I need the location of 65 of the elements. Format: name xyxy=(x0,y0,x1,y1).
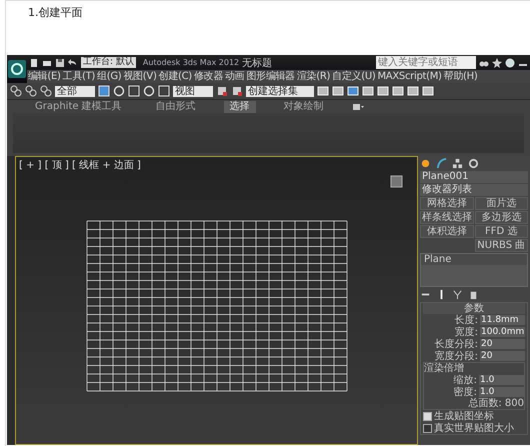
modifier-button[interactable]: 样条线选择 xyxy=(420,211,474,224)
modifier-button[interactable]: NURBS 曲 xyxy=(474,239,528,252)
checkbox-label: 真实世界贴图大小 xyxy=(434,422,514,435)
checkbox[interactable] xyxy=(423,424,432,432)
workspace-dropdown[interactable]: 工作台: 默认 xyxy=(81,57,136,68)
value-field[interactable]: 20 xyxy=(480,339,525,349)
menu-item[interactable]: 动画 xyxy=(224,70,246,83)
search-field[interactable]: 键入关键字或短语 xyxy=(376,56,476,69)
value-field[interactable]: 11.8mm xyxy=(480,315,525,325)
viewport-label[interactable]: [ + ] [ 顶 ] [ 线框 + 边面 ] xyxy=(19,158,141,172)
link-icon[interactable] xyxy=(10,85,22,97)
hierarchy-icon[interactable] xyxy=(452,158,463,169)
undo-icon[interactable] xyxy=(68,58,78,68)
value-field[interactable]: 1.0 xyxy=(479,387,524,397)
sun-icon[interactable] xyxy=(420,158,431,169)
menu-item[interactable]: 修改器 xyxy=(192,70,224,83)
ribbon-tab[interactable]: 选择 xyxy=(224,100,256,112)
new-file-icon[interactable] xyxy=(29,58,39,68)
menu-item[interactable]: MAXScript(M) xyxy=(376,70,443,83)
modifier-button[interactable]: 网格选择 xyxy=(420,197,474,210)
value-field[interactable]: 1.0 xyxy=(479,375,524,385)
viewport[interactable]: [ + ] [ 顶 ] [ 线框 + 边面 ] xyxy=(15,156,418,445)
stack-item[interactable]: Plane xyxy=(421,254,527,265)
field-label: 宽度分段: xyxy=(434,350,478,362)
field-label: 密度: xyxy=(454,386,477,398)
field-label: 缩放: xyxy=(454,374,477,386)
value-field[interactable]: 20 xyxy=(480,351,525,361)
menu-item[interactable]: 视图(V) xyxy=(122,70,158,83)
modifier-list-dropdown[interactable]: 修改器列表 xyxy=(420,184,528,196)
value-field[interactable]: 100.0mm xyxy=(480,327,525,337)
menu-item[interactable]: 渲染(R) xyxy=(296,70,332,83)
menu-item[interactable]: 工具(T) xyxy=(62,70,96,83)
section-heading: 1.创建平面 xyxy=(28,5,84,21)
star-icon[interactable] xyxy=(492,58,502,68)
rect-select-icon[interactable] xyxy=(98,85,110,97)
save-icon[interactable] xyxy=(55,58,65,68)
menu-item[interactable]: 组(G) xyxy=(96,70,122,83)
selection-filter-dropdown[interactable]: 全部 xyxy=(55,86,95,96)
ribbon-tab[interactable]: 对象绘制 xyxy=(278,100,330,112)
menu-item[interactable]: 编辑(E) xyxy=(27,70,62,83)
view-cube-icon[interactable] xyxy=(390,175,403,188)
field-label: 长度分段: xyxy=(434,338,478,350)
field-label: 宽度: xyxy=(454,326,478,338)
modifier-button[interactable]: 体积选择 xyxy=(420,225,474,238)
group-title: 渲染倍增 xyxy=(424,363,465,374)
menu-item[interactable]: 自定义(U) xyxy=(331,70,376,83)
document-name: 无标题 xyxy=(242,56,272,70)
window-title: Autodesk 3ds Max 2012 xyxy=(142,58,240,67)
field-label: 长度: xyxy=(454,314,478,326)
modifier-button[interactable]: FFD 选 xyxy=(474,225,528,238)
checkbox-label: 生成贴图坐标 xyxy=(434,410,494,422)
object-name-field[interactable]: Plane001 xyxy=(420,171,528,183)
total-faces-text: 总面数: 800 xyxy=(467,398,524,409)
modifier-button[interactable]: 多边形选 xyxy=(474,211,528,224)
menu-item[interactable]: 帮助(H) xyxy=(442,70,478,83)
checkbox[interactable] xyxy=(423,412,432,420)
modifier-button[interactable]: 面片选 xyxy=(474,197,528,210)
ribbon-tab[interactable]: Graphite 建模工具 xyxy=(29,100,128,112)
rollout-title[interactable]: 参数 xyxy=(423,303,525,314)
coordinate-system-dropdown[interactable]: 视图 xyxy=(173,86,213,96)
selection-set-dropdown[interactable]: 创建选择集 xyxy=(246,86,314,96)
fork-icon[interactable] xyxy=(452,289,463,300)
menu-item[interactable]: 创建(C) xyxy=(158,70,193,83)
ribbon-tab[interactable]: 自由形式 xyxy=(150,100,202,112)
menu-item[interactable]: 图形编辑器 xyxy=(245,70,296,83)
